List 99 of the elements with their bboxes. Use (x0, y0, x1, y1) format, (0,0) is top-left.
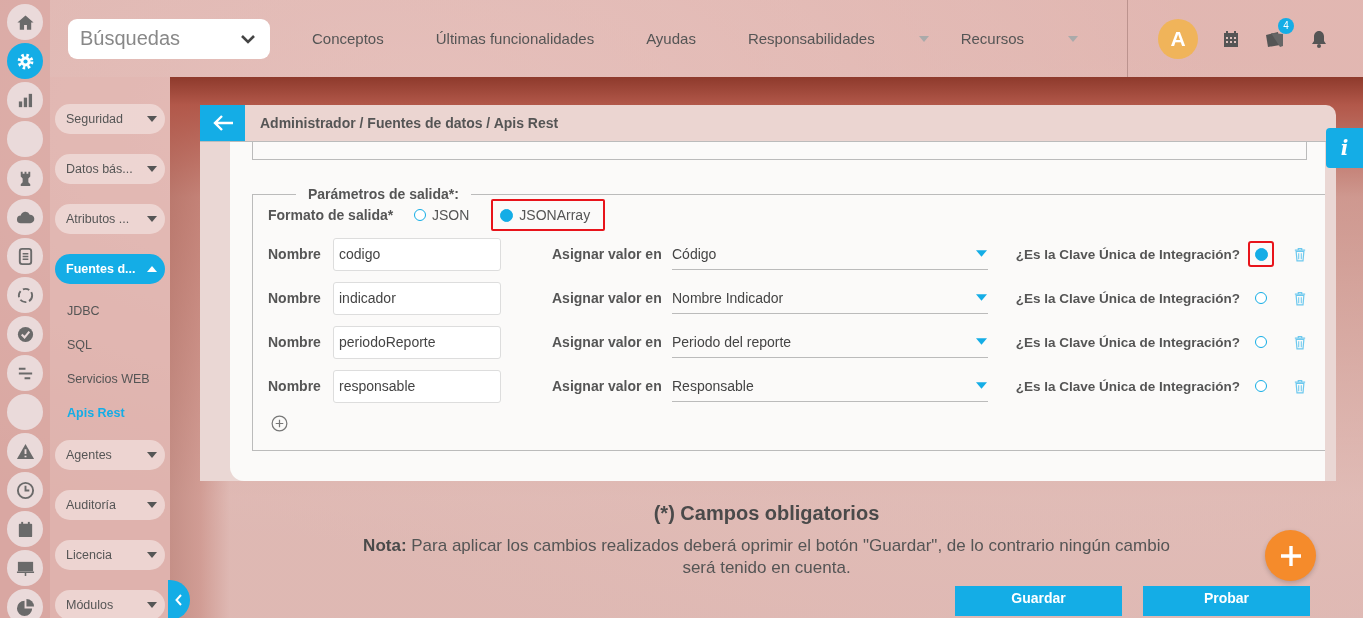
assign-dropdown[interactable]: Periodo del reporte (672, 326, 988, 358)
clock-icon (15, 480, 35, 500)
approval-icon (15, 324, 35, 344)
assign-dropdown[interactable]: Código (672, 238, 988, 270)
home-icon (15, 12, 35, 32)
assign-dropdown[interactable]: Nombre Indicador (672, 282, 988, 314)
caret-down-icon[interactable] (1068, 35, 1079, 42)
breadcrumb: Administrador / Fuentes de datos / Apis Rest (260, 115, 559, 131)
radio-button[interactable] (414, 209, 426, 221)
nav-link[interactable]: Últimas funcionalidades (435, 30, 595, 47)
field-label: Formato de salida* (268, 207, 395, 223)
radio-button[interactable] (1255, 292, 1267, 304)
approval-button[interactable] (7, 316, 43, 352)
add-icon[interactable] (271, 415, 288, 432)
caret-down-icon (147, 452, 157, 458)
home-button[interactable] (7, 4, 43, 40)
radio-label[interactable]: JSONArray (519, 207, 591, 223)
menu-group[interactable]: Licencia (55, 540, 165, 570)
bar-chart-button[interactable] (7, 82, 43, 118)
collapse-button[interactable] (168, 580, 190, 618)
add-button[interactable] (1265, 530, 1316, 581)
caret-down-icon (147, 216, 157, 222)
dashed-circle-icon (15, 285, 35, 305)
nav-link[interactable]: Conceptos (312, 30, 384, 47)
arrow-left-icon (211, 114, 234, 132)
field-label: Nombre (268, 246, 322, 262)
field-label: Nombre (268, 290, 322, 306)
radio-label[interactable]: JSON (432, 207, 470, 223)
caret-down-icon (147, 602, 157, 608)
field-label: Nombre (268, 334, 322, 350)
warning-icon (15, 441, 35, 461)
caret-down-icon[interactable] (918, 35, 929, 42)
assign-dropdown[interactable]: Responsable (672, 370, 988, 402)
rook-button[interactable] (7, 160, 43, 196)
cloud-button[interactable] (7, 199, 43, 235)
name-field[interactable]: indicador (333, 281, 501, 315)
radio-button[interactable] (1254, 247, 1268, 261)
back-button[interactable] (200, 105, 245, 141)
field-label: Asignar valor en (552, 290, 663, 306)
field-label: Asignar valor en (552, 246, 663, 262)
menu-group[interactable]: Agentes (55, 440, 165, 470)
trash-icon[interactable] (1294, 378, 1306, 394)
nav-link[interactable]: Responsabilidades (747, 30, 875, 47)
calendar-button[interactable] (7, 511, 43, 547)
calendar-icon[interactable] (1221, 28, 1241, 49)
menu-group[interactable]: Seguridad (55, 104, 165, 134)
field-label: ¿Es la Clave Única de Integración? (1014, 290, 1240, 306)
trash-icon[interactable] (1294, 290, 1306, 306)
plus-icon (1278, 543, 1303, 568)
caret-down-icon (976, 382, 987, 389)
chevron-left-icon (175, 594, 183, 606)
caret-down-icon (147, 552, 157, 558)
nav-link[interactable]: Ayudas (646, 30, 696, 47)
submenu-item[interactable]: SQL (50, 328, 170, 362)
field-label: Asignar valor en (552, 378, 663, 394)
radio-button[interactable] (1255, 380, 1267, 392)
menu-group[interactable]: Atributos ... (55, 204, 165, 234)
pie-chart-icon (15, 597, 35, 617)
submenu-item[interactable]: Servicios WEB (50, 362, 170, 396)
caret-up-icon (147, 266, 157, 272)
notification-badge: 4 (1278, 17, 1294, 34)
caret-down-icon (147, 166, 157, 172)
menu-group[interactable]: Auditoría (55, 490, 165, 520)
nav-link[interactable]: Recursos (960, 30, 1025, 47)
caret-down-icon (976, 338, 987, 345)
list-button[interactable] (7, 238, 43, 274)
caret-down-icon (976, 294, 987, 301)
menu-group[interactable]: Módulos (55, 590, 165, 618)
radio-button[interactable] (1255, 336, 1267, 348)
radio-button[interactable] (500, 208, 514, 222)
caret-down-icon (147, 116, 157, 122)
field-label: ¿Es la Clave Única de Integración? (1014, 334, 1240, 350)
section-legend: Parámetros de salida*: (296, 186, 471, 202)
field-label: Asignar valor en (552, 334, 663, 350)
trash-icon[interactable] (1294, 334, 1306, 350)
chevron-down-icon (240, 33, 256, 44)
name-field[interactable]: periodoReporte (333, 325, 501, 359)
align-button[interactable] (7, 355, 43, 391)
required-note: (*) Campos obligatorios (653, 502, 880, 525)
caret-down-icon (147, 502, 157, 508)
dashed-circle-button[interactable] (7, 277, 43, 313)
bell-icon[interactable] (1309, 28, 1329, 49)
menu-group[interactable]: Datos bás... (55, 154, 165, 184)
warning-button[interactable] (7, 433, 43, 469)
settings-icon (15, 51, 35, 71)
settings-button[interactable] (7, 43, 43, 79)
field-label: ¿Es la Clave Única de Integración? (1014, 378, 1240, 394)
trash-icon[interactable] (1294, 246, 1306, 262)
caret-down-icon (976, 250, 987, 257)
name-field[interactable]: codigo (333, 237, 501, 271)
field-label: ¿Es la Clave Única de Integración? (1014, 246, 1240, 262)
field-label: Nombre (268, 378, 322, 394)
name-field[interactable]: responsable (333, 369, 501, 403)
presentation-button[interactable] (7, 550, 43, 586)
search-dropdown[interactable]: Búsquedas (68, 18, 270, 59)
submenu-item[interactable]: JDBC (50, 294, 170, 328)
clock-button[interactable] (7, 472, 43, 508)
pie-chart-button[interactable] (7, 589, 43, 618)
note-text: Nota: Para aplicar los cambios realizados deberá oprimir el botón "Guardar", de lo contrario ningún cambio será tenido en cuenta. (362, 535, 1171, 579)
